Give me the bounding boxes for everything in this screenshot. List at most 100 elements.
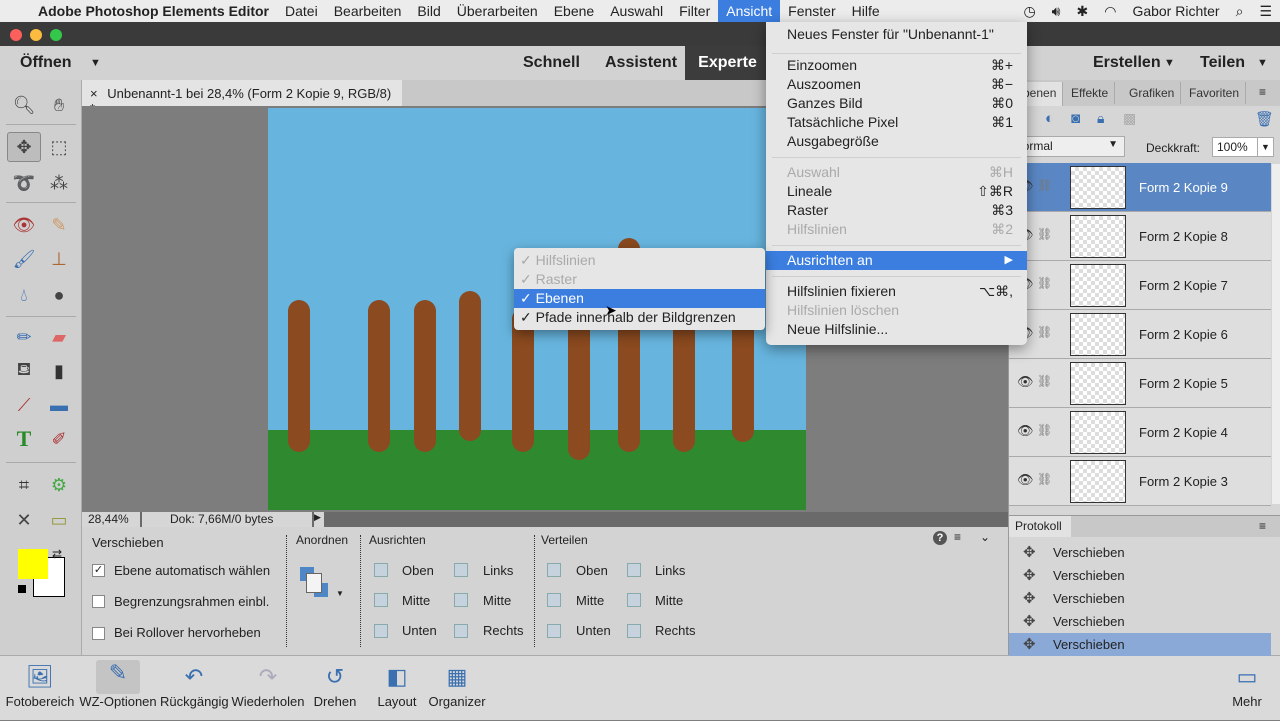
eraser-tool-icon[interactable]: ▰ bbox=[42, 322, 76, 352]
eyedropper-icon[interactable]: ⟋ bbox=[7, 390, 41, 420]
photo-bin-button[interactable]: 🖼︎ Fotobereich bbox=[4, 656, 76, 721]
text-tool-icon[interactable]: T bbox=[7, 424, 41, 454]
menu-ueberarbeiten[interactable]: Überarbeiten bbox=[449, 0, 546, 22]
align-middle-icon[interactable] bbox=[374, 593, 388, 607]
distribute-right-button[interactable]: Rechts bbox=[655, 623, 695, 638]
redo-button[interactable]: ↷ Wiederholen bbox=[230, 656, 306, 721]
lock-transparency-icon[interactable]: ▩ bbox=[1123, 110, 1136, 127]
layer-row[interactable]: 👁︎⛓︎Form 2 Kopie 7 bbox=[1009, 261, 1271, 310]
layer-row[interactable]: 👁︎ ⛓︎ Form 2 Kopie 3 bbox=[1009, 457, 1271, 506]
blur-tool-icon[interactable]: 💧︎ bbox=[7, 280, 41, 310]
mode-assistent[interactable]: Assistent bbox=[605, 54, 677, 72]
pencil-tool-icon[interactable]: ✐ bbox=[42, 424, 76, 454]
minimize-window-icon[interactable] bbox=[30, 29, 42, 41]
link-icon[interactable]: ⛓︎ bbox=[1037, 374, 1052, 388]
options-menu-icon[interactable]: ≡ bbox=[954, 530, 961, 544]
arrange-dropdown[interactable]: ▼ bbox=[300, 567, 344, 601]
tool-options-button[interactable]: ✎ WZ-Optionen bbox=[78, 656, 158, 721]
link-icon[interactable]: ⛓︎ bbox=[1037, 227, 1052, 241]
zoom-window-icon[interactable] bbox=[50, 29, 62, 41]
fence-post[interactable] bbox=[459, 291, 481, 441]
history-menu-icon[interactable]: ≡ bbox=[1259, 519, 1266, 533]
menu-print-size[interactable]: Ausgabegröße bbox=[766, 132, 1027, 151]
menu-hilfe[interactable]: Hilfe bbox=[844, 0, 888, 22]
link-icon[interactable]: ⛓︎ bbox=[1037, 178, 1052, 192]
magic-wand-tool-icon[interactable]: ⁂ bbox=[42, 168, 76, 198]
close-tab-icon[interactable]: × bbox=[90, 86, 98, 101]
snap-guides[interactable]: ✓ Hilfslinien bbox=[514, 251, 765, 270]
auto-select-checkbox[interactable]: ✓ bbox=[92, 564, 105, 577]
distribute-left-button[interactable]: Links bbox=[655, 563, 685, 578]
collapse-options-icon[interactable]: ⌄ bbox=[980, 530, 990, 544]
menu-datei[interactable]: Datei bbox=[277, 0, 326, 22]
align-left-icon[interactable] bbox=[454, 563, 468, 577]
menu-zoom-out[interactable]: Auszoomen ⌘− bbox=[766, 75, 1027, 94]
user-name[interactable]: Gabor Richter bbox=[1124, 0, 1227, 22]
mode-schnell[interactable]: Schnell bbox=[523, 54, 580, 72]
snap-grid[interactable]: ✓ Raster bbox=[514, 270, 765, 289]
layer-row[interactable]: 👁︎ ⛓︎ Form 2 Kopie 5 bbox=[1009, 359, 1271, 408]
mode-experte[interactable]: Experte bbox=[685, 46, 770, 80]
layer-mask-icon[interactable]: ◙ bbox=[1071, 110, 1080, 127]
distribute-top-button[interactable]: Oben bbox=[576, 563, 608, 578]
default-colors-icon[interactable] bbox=[18, 585, 26, 593]
foreground-color-swatch[interactable] bbox=[18, 549, 48, 579]
bounding-box-checkbox[interactable] bbox=[92, 595, 105, 608]
shape-tool-icon[interactable]: ▬ bbox=[42, 390, 76, 420]
link-icon[interactable]: ⛓︎ bbox=[1037, 423, 1052, 437]
align-right-icon[interactable] bbox=[454, 624, 468, 638]
snap-layers[interactable]: ✓ Ebenen bbox=[514, 289, 765, 308]
history-item[interactable]: ✥ Verschieben bbox=[1009, 564, 1271, 587]
menu-snap-to[interactable]: Ausrichten an ▶ bbox=[766, 251, 1027, 270]
fence-post[interactable] bbox=[288, 300, 310, 452]
fence-post[interactable] bbox=[368, 300, 390, 452]
align-top-button[interactable]: Oben bbox=[402, 563, 434, 578]
distribute-left-icon[interactable] bbox=[627, 563, 641, 577]
history-item[interactable]: ✥ Verschieben bbox=[1009, 610, 1271, 633]
distribute-middle-button[interactable]: Mitte bbox=[576, 593, 604, 608]
delete-layer-icon[interactable]: 🗑︎ bbox=[1255, 110, 1274, 128]
layers-scrollbar[interactable] bbox=[1272, 164, 1280, 504]
sponge-tool-icon[interactable]: ● bbox=[42, 280, 76, 310]
opacity-field[interactable]: 100% ▼ bbox=[1212, 137, 1274, 157]
panel-menu-icon[interactable]: ≡ bbox=[1259, 85, 1266, 99]
link-icon[interactable]: ⛓︎ bbox=[1037, 325, 1052, 339]
menu-new-window[interactable]: Neues Fenster für "Unbenannt-1" bbox=[766, 25, 1027, 44]
align-bottom-button[interactable]: Unten bbox=[402, 623, 437, 638]
marquee-tool-icon[interactable]: ⬚ bbox=[42, 132, 76, 162]
zoom-tool-icon[interactable]: 🔍︎ bbox=[7, 90, 41, 120]
share-button[interactable]: Teilen bbox=[1200, 54, 1245, 72]
help-icon[interactable]: ? bbox=[933, 531, 947, 545]
fence-post[interactable] bbox=[414, 300, 436, 452]
fence-post[interactable] bbox=[568, 308, 590, 460]
menu-ebene[interactable]: Ebene bbox=[546, 0, 602, 22]
smart-brush-icon[interactable]: 🖌︎ bbox=[7, 244, 41, 274]
align-right-button[interactable]: Rechts bbox=[483, 623, 523, 638]
wifi-icon[interactable]: ◠ bbox=[1096, 0, 1124, 22]
brush-tool-icon[interactable]: ✏︎ bbox=[7, 322, 41, 352]
link-icon[interactable]: ⛓︎ bbox=[1037, 472, 1052, 486]
menu-rulers[interactable]: Lineale ⇧⌘R bbox=[766, 182, 1027, 201]
visibility-eye-icon[interactable]: 👁︎ bbox=[1017, 472, 1034, 488]
menu-fenster[interactable]: Fenster bbox=[780, 0, 843, 22]
distribute-center-button[interactable]: Mitte bbox=[655, 593, 683, 608]
menu-bearbeiten[interactable]: Bearbeiten bbox=[326, 0, 410, 22]
tab-history[interactable]: Protokoll bbox=[1009, 516, 1071, 537]
healing-brush-icon[interactable]: ✎ bbox=[42, 210, 76, 240]
app-menu[interactable]: Adobe Photoshop Elements Editor bbox=[30, 0, 277, 22]
menu-actual-pixels[interactable]: Tatsächliche Pixel ⌘1 bbox=[766, 113, 1027, 132]
open-button[interactable]: Öffnen bbox=[20, 54, 72, 72]
swap-colors-icon[interactable]: ⇄ bbox=[52, 547, 62, 561]
visibility-eye-icon[interactable]: 👁︎ bbox=[1017, 374, 1034, 390]
zoom-level[interactable]: 28,44% bbox=[82, 512, 140, 527]
menu-fit-on-screen[interactable]: Ganzes Bild ⌘0 bbox=[766, 94, 1027, 113]
close-window-icon[interactable] bbox=[10, 29, 22, 41]
tab-favorites[interactable]: Favoriten bbox=[1183, 82, 1247, 104]
undo-button[interactable]: ↶ Rückgängig bbox=[160, 656, 229, 721]
align-center-button[interactable]: Mitte bbox=[483, 593, 511, 608]
tab-graphics[interactable]: Grafiken bbox=[1123, 82, 1182, 104]
lasso-tool-icon[interactable]: ➰ bbox=[7, 168, 41, 198]
history-item[interactable]: ✥ Verschieben bbox=[1009, 587, 1271, 610]
menu-ansicht[interactable]: Ansicht bbox=[718, 0, 781, 22]
rotate-button[interactable]: ↺ Drehen bbox=[312, 656, 358, 721]
